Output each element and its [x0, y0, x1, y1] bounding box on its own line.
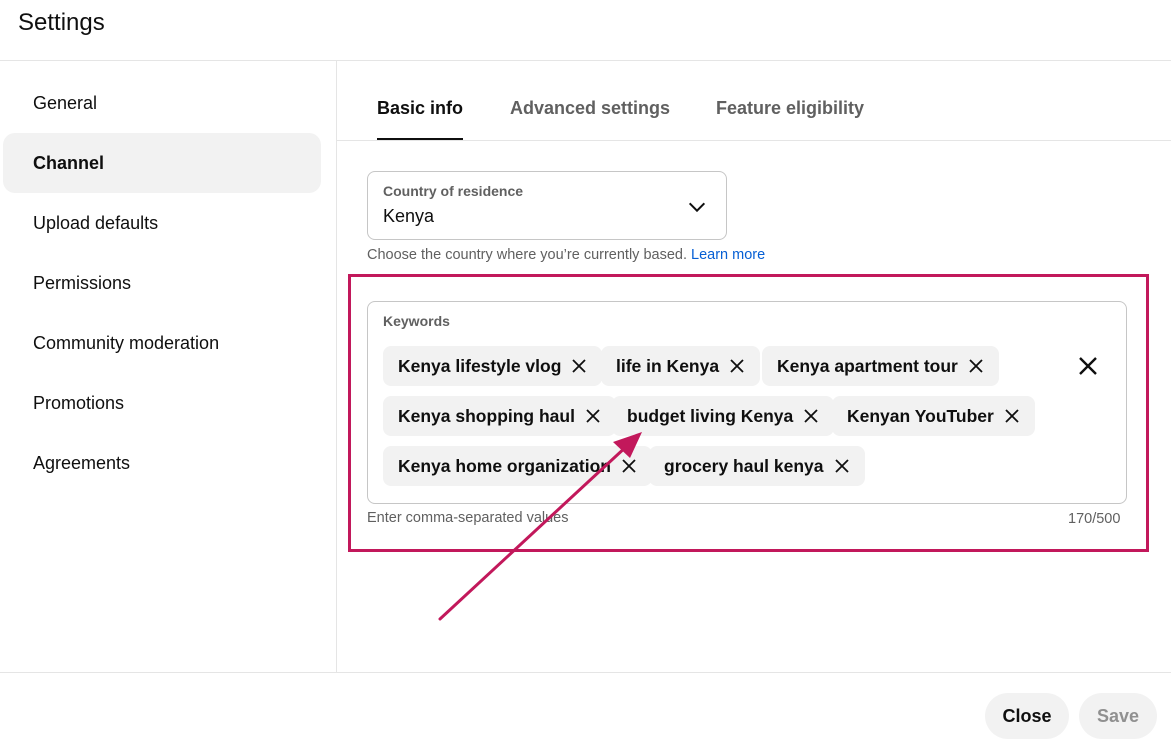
- keyword-chip: Kenyan YouTuber: [832, 396, 1035, 436]
- settings-footer: Close Save: [0, 672, 1171, 749]
- learn-more-link[interactable]: Learn more: [691, 247, 765, 263]
- keyword-chip: Kenya shopping haul: [383, 396, 616, 436]
- page-title: Settings: [18, 9, 105, 36]
- tab-advanced-settings[interactable]: Advanced settings: [510, 98, 670, 140]
- country-helper-text: Choose the country where you’re currentl…: [367, 247, 765, 263]
- keyword-chip-text: Kenyan YouTuber: [847, 405, 994, 426]
- close-icon[interactable]: [585, 408, 601, 424]
- keyword-chip-text: Kenya apartment tour: [777, 355, 958, 376]
- keyword-chip: Kenya home organization: [383, 446, 652, 486]
- close-icon[interactable]: [729, 358, 745, 374]
- keywords-label: Keywords: [383, 313, 450, 329]
- settings-sidebar: General Channel Upload defaults Permissi…: [0, 61, 337, 672]
- country-helper-message: Choose the country where you’re currentl…: [367, 247, 687, 263]
- sidebar-item-community-moderation[interactable]: Community moderation: [3, 313, 321, 373]
- clear-all-keywords-icon[interactable]: [1076, 354, 1100, 378]
- keyword-chip: budget living Kenya: [612, 396, 835, 436]
- close-icon[interactable]: [968, 358, 984, 374]
- sidebar-item-promotions[interactable]: Promotions: [3, 373, 321, 433]
- tab-bar: Basic info Advanced settings Feature eli…: [337, 61, 1171, 141]
- keywords-hint: Enter comma-separated values: [367, 510, 569, 526]
- keyword-chip-text: Kenya home organization: [398, 455, 611, 476]
- keyword-chip-text: grocery haul kenya: [664, 455, 824, 476]
- close-icon[interactable]: [803, 408, 819, 424]
- sidebar-item-upload-defaults[interactable]: Upload defaults: [3, 193, 321, 253]
- chevron-down-icon: [688, 202, 706, 213]
- keyword-chip-text: Kenya shopping haul: [398, 405, 575, 426]
- keyword-chip: Kenya lifestyle vlog: [383, 346, 603, 386]
- sidebar-item-agreements[interactable]: Agreements: [3, 433, 321, 493]
- sidebar-item-general[interactable]: General: [3, 73, 321, 133]
- keyword-chip: grocery haul kenya: [649, 446, 865, 486]
- country-select-label: Country of residence: [383, 183, 524, 199]
- keyword-chip-text: budget living Kenya: [627, 405, 794, 426]
- sidebar-item-permissions[interactable]: Permissions: [3, 253, 321, 313]
- country-select[interactable]: Country of residence Kenya: [367, 171, 727, 240]
- close-icon[interactable]: [621, 458, 637, 474]
- save-button[interactable]: Save: [1079, 693, 1157, 739]
- keyword-chip-text: Kenya lifestyle vlog: [398, 355, 562, 376]
- country-select-value: Kenya: [383, 206, 435, 226]
- keyword-chip: Kenya apartment tour: [762, 346, 999, 386]
- settings-header: Settings: [0, 0, 1171, 61]
- close-icon[interactable]: [571, 358, 587, 374]
- tab-basic-info[interactable]: Basic info: [377, 98, 464, 140]
- keyword-chip-text: life in Kenya: [616, 355, 720, 376]
- close-button[interactable]: Close: [985, 693, 1069, 739]
- close-icon[interactable]: [834, 458, 850, 474]
- keyword-chip: life in Kenya: [601, 346, 761, 386]
- close-icon[interactable]: [1004, 408, 1020, 424]
- keywords-field[interactable]: Keywords Kenya lifestyle vlog life in Ke…: [367, 301, 1127, 504]
- keywords-char-count: 170/500: [1068, 511, 1121, 527]
- tab-feature-eligibility[interactable]: Feature eligibility: [716, 98, 864, 140]
- sidebar-item-channel[interactable]: Channel: [3, 133, 321, 193]
